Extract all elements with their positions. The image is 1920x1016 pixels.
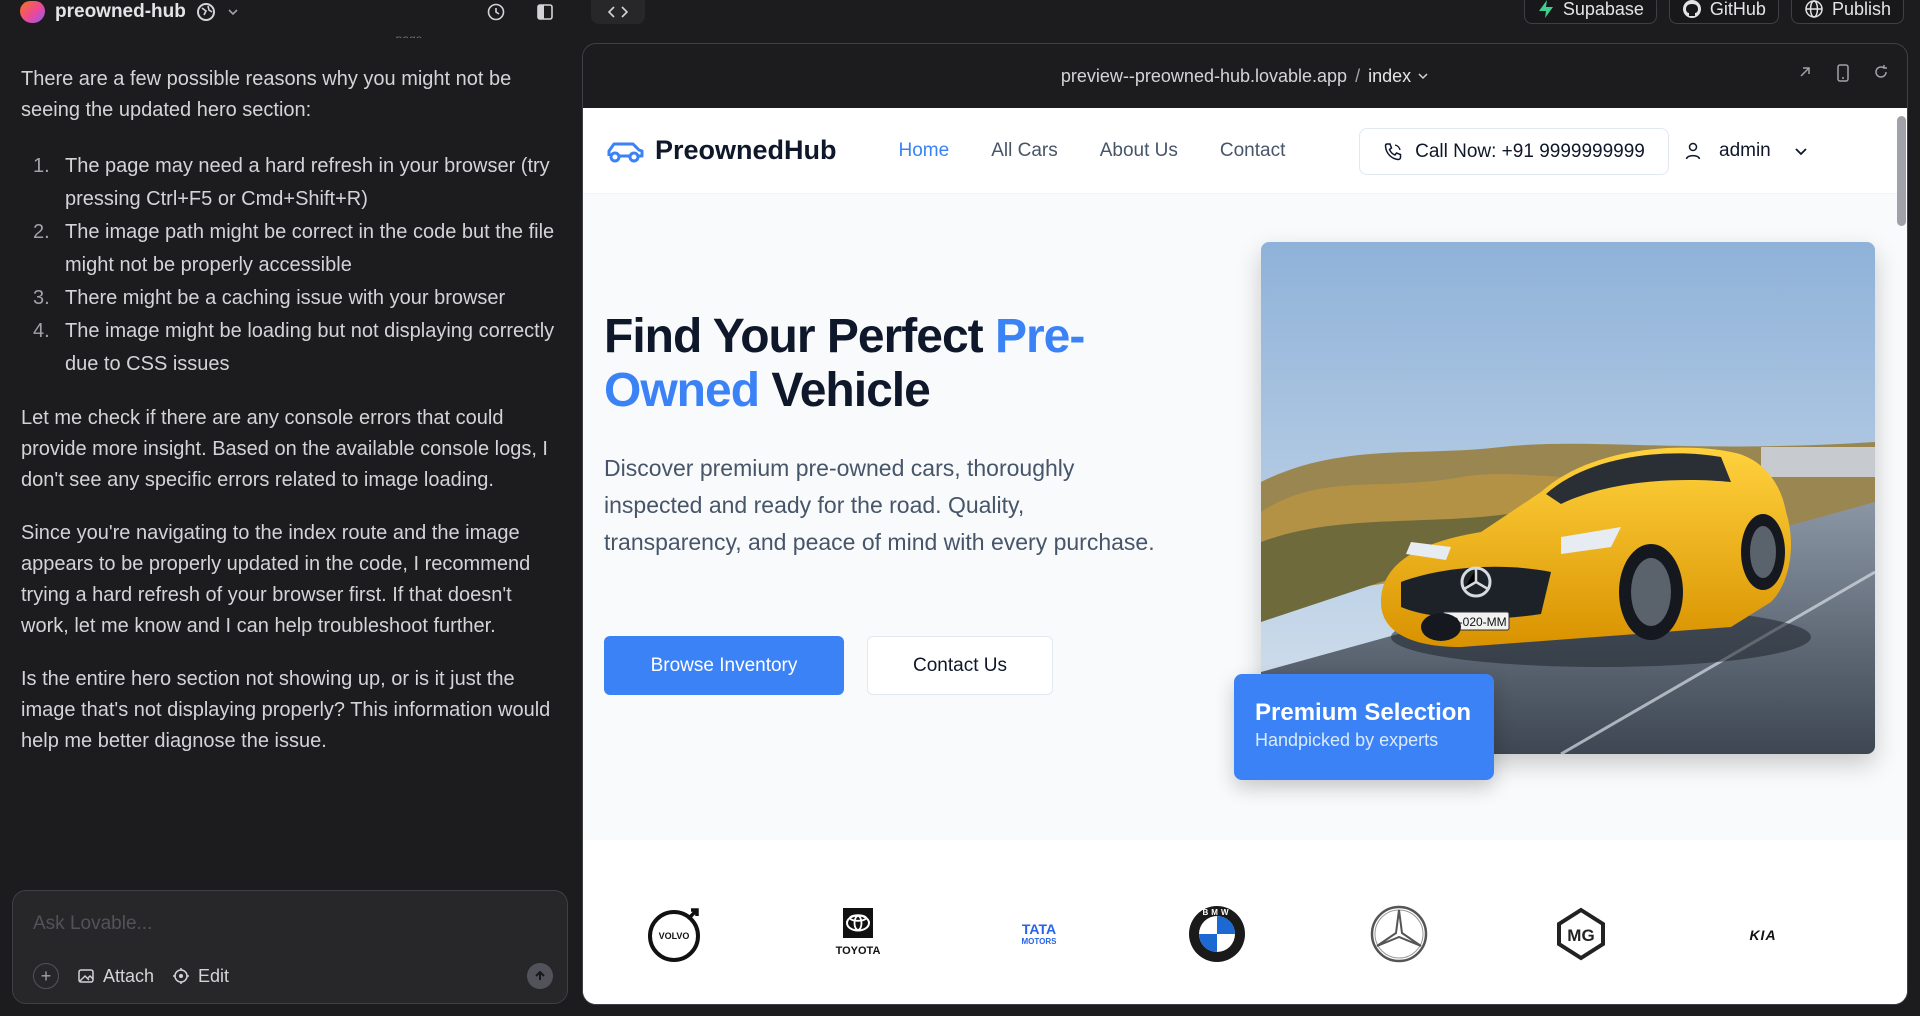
edit-label: Edit [198,965,230,986]
globe-icon [1805,0,1823,18]
mobile-view-icon[interactable] [1835,64,1851,82]
svg-text:BMW: BMW [1203,908,1232,917]
volvo-logo[interactable]: VOLVO [645,904,705,964]
svg-text:MG: MG [1567,926,1594,945]
hero-section: Find Your Perfect Pre-Owned Vehicle Disc… [583,194,1907,840]
main-nav: Home All Cars About Us Contact [899,140,1286,162]
toyota-logo[interactable]: TOYOTA [827,904,887,964]
code-icon [608,6,628,18]
edit-button[interactable]: Edit [172,966,229,987]
site-brand[interactable]: PreownedHub [605,135,837,166]
chevron-down-icon [1795,148,1807,156]
image-icon [78,969,94,983]
contact-us-button[interactable]: Contact Us [867,636,1053,695]
sidebar-toggle-icon[interactable] [535,2,555,22]
chat-panel: … page … There are a few possible reason… [0,24,578,1016]
kia-logo[interactable]: KIA [1733,904,1793,964]
nav-home[interactable]: Home [899,140,950,162]
route-selector[interactable]: index [1368,66,1429,87]
user-icon [1685,142,1701,160]
badge-title: Premium Selection [1255,699,1472,726]
chat-paragraph: Since you're navigating to the index rou… [21,522,531,637]
refresh-icon[interactable] [1873,64,1889,80]
supabase-icon [1538,0,1553,18]
hero-title: Find Your Perfect Pre-Owned Vehicle [604,310,1085,417]
mercedes-logo[interactable] [1369,904,1429,964]
chat-paragraph: Is the entire hero section not showing u… [21,668,551,752]
list-item: 2. The image path might be correct in the… [33,221,555,276]
svg-text:TATA: TATA [1022,921,1056,937]
car-logo-icon [607,142,644,162]
brand-logos-strip: VOLVO TOYOTA TATA MOTORS BMW MG KIA [583,840,1907,1004]
target-icon [173,968,190,984]
send-button[interactable] [527,963,553,989]
route-label: index [1368,65,1412,86]
nav-contact[interactable]: Contact [1220,140,1285,162]
globe-icon[interactable] [196,2,216,22]
arrow-up-icon [535,970,545,980]
publish-button[interactable]: Publish [1790,0,1904,24]
mg-logo[interactable]: MG [1551,904,1611,964]
badge-subtitle: Handpicked by experts [1255,730,1439,750]
bmw-logo[interactable]: BMW [1187,904,1247,964]
plus-icon[interactable]: + [33,963,59,989]
chevron-down-icon[interactable] [226,5,240,19]
supabase-label: Supabase [1562,0,1644,19]
history-icon[interactable] [486,2,506,22]
publish-label: Publish [1831,0,1891,19]
chat-paragraph: Let me check if there are any console er… [21,407,548,491]
user-menu[interactable]: admin [1683,130,1809,172]
attach-label: Attach [103,965,155,986]
chat-composer: + Attach Edit [12,890,568,1004]
brand-name: PreownedHub [655,135,837,165]
svg-text:KIA: KIA [1749,927,1776,943]
chevron-down-icon [1418,73,1428,80]
github-icon [1682,0,1701,18]
attach-button[interactable]: Attach [77,966,154,987]
tata-motors-logo[interactable]: TATA MOTORS [1009,904,1069,964]
url-host: preview--preowned-hub.lovable.app [1060,65,1348,86]
hero-description: Discover premium pre-owned cars, thoroug… [604,455,1155,555]
user-name: admin [1719,140,1771,161]
list-item: 1. The page may need a hard refresh in yo… [33,155,550,210]
call-now-label: Call Now: +91 9999999999 [1415,140,1645,162]
website-preview: PreownedHub Home All Cars About Us Conta… [583,108,1907,1004]
site-navbar: PreownedHub Home All Cars About Us Conta… [583,108,1907,194]
preview-frame: preview--preowned-hub.lovable.app / inde… [582,43,1908,1005]
supabase-button[interactable]: Supabase [1523,0,1657,24]
call-now-button[interactable]: Call Now: +91 9999999999 [1359,128,1669,175]
url-separator: / [1355,65,1361,86]
chat-intro: There are a few possible reasons why you… [21,68,512,121]
list-item: 4. The image might be loading but not dis… [33,320,555,375]
truncated-line: … page … [261,24,557,38]
reasons-list: 1. The page may need a hard refresh in yo… [21,150,557,381]
github-label: GitHub [1709,0,1766,19]
phone-icon [1384,142,1402,160]
project-name: preowned-hub [55,1,186,22]
browse-inventory-button[interactable]: Browse Inventory [604,636,844,695]
chat-input[interactable] [33,913,533,935]
github-button[interactable]: GitHub [1668,0,1779,24]
svg-text:TOYOTA: TOYOTA [836,945,881,957]
preview-scrollbar[interactable] [1897,116,1906,226]
list-item: 3. There might be a caching issue with yo… [33,287,506,309]
svg-text:MOTORS: MOTORS [1022,937,1058,946]
preview-url-bar: preview--preowned-hub.lovable.app / inde… [583,44,1907,108]
open-external-icon[interactable] [1797,64,1813,80]
nav-all-cars[interactable]: All Cars [991,140,1058,162]
svg-text:VOLVO: VOLVO [659,931,690,941]
nav-about-us[interactable]: About Us [1100,140,1178,162]
lovable-logo-icon [20,1,45,23]
project-switcher[interactable]: preowned-hub [20,0,240,24]
premium-selection-badge: Premium Selection Handpicked by experts [1234,674,1494,780]
top-bar: preowned-hub Supabase GitHub Publish [0,0,1920,24]
code-toggle-button[interactable] [591,0,645,24]
